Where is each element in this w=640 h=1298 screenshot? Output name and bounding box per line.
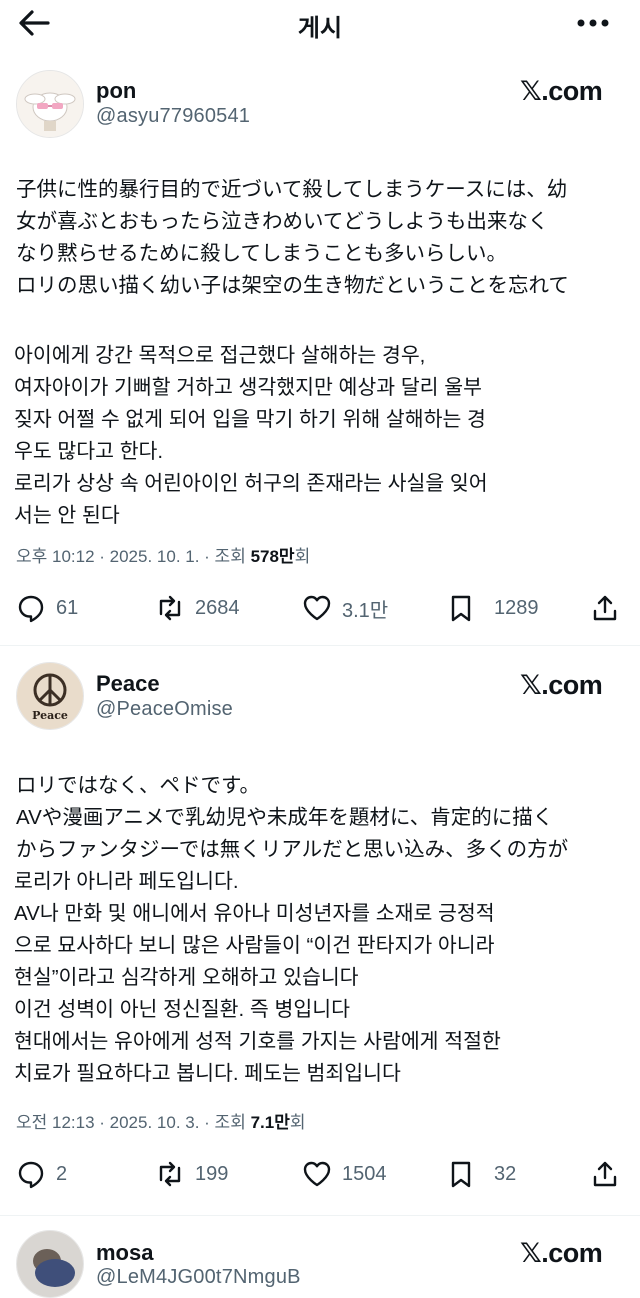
author-handle[interactable]: @LeM4JG00t7NmguB — [96, 1266, 301, 1289]
quoted-post-3: mosa @LeM4JG00t7NmguB 𝕏.com — [0, 0, 640, 1298]
avatar[interactable] — [16, 1230, 84, 1298]
author-name[interactable]: mosa — [96, 1240, 153, 1266]
source-label: 𝕏.com — [520, 1238, 603, 1268]
